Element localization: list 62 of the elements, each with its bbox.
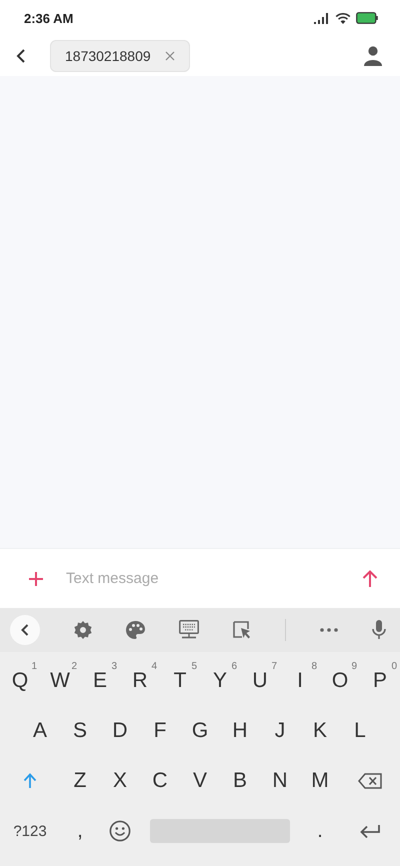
letter-key[interactable]: Z [60, 756, 100, 806]
letter-key[interactable]: H [220, 706, 260, 756]
settings-icon[interactable] [74, 621, 92, 639]
letter-key[interactable]: I 8 [280, 656, 320, 706]
key-hint: 3 [111, 661, 117, 672]
up-arrow-icon [362, 570, 378, 588]
chevron-left-icon [21, 624, 29, 636]
letter-key[interactable]: U 7 [240, 656, 280, 706]
letter-key[interactable]: S [60, 706, 100, 756]
key-hint: 2 [71, 661, 77, 672]
back-icon [16, 49, 26, 63]
battery-icon [356, 12, 378, 24]
microphone-icon[interactable] [372, 620, 386, 640]
letter-key[interactable]: Y 6 [200, 656, 240, 706]
letter-key[interactable]: D [100, 706, 140, 756]
signal-icon [314, 12, 330, 24]
palette-icon[interactable] [126, 621, 145, 639]
key-hint: 4 [151, 661, 157, 672]
letter-key[interactable]: K [300, 706, 340, 756]
more-icon[interactable] [320, 628, 338, 632]
letter-key[interactable]: J [260, 706, 300, 756]
collapse-button[interactable] [10, 615, 40, 645]
letter-key[interactable]: P 0 [360, 656, 400, 706]
letter-key[interactable]: X [100, 756, 140, 806]
letter-key[interactable]: F [140, 706, 180, 756]
message-input-field[interactable]: Text message [64, 569, 356, 588]
recipient-chip[interactable]: 18730218809 [50, 40, 190, 72]
punctuation-key[interactable]: . [300, 806, 340, 856]
key-hint: 0 [391, 661, 397, 672]
letter-key[interactable]: W 2 [40, 656, 80, 706]
key-hint: 5 [191, 661, 197, 672]
key-hint: 9 [351, 661, 357, 672]
key-hint: 8 [311, 661, 317, 672]
letter-key[interactable]: G [180, 706, 220, 756]
letter-key[interactable]: C [140, 756, 180, 806]
punctuation-key[interactable]: , [60, 806, 100, 856]
letter-key[interactable]: L [340, 706, 380, 756]
letter-key[interactable]: V [180, 756, 220, 806]
status-time: 2:36 AM [24, 10, 74, 26]
close-icon[interactable] [164, 51, 175, 61]
return-arrow-icon [359, 824, 381, 838]
letter-key[interactable]: R 4 [120, 656, 160, 706]
letter-key[interactable]: M [300, 756, 340, 806]
letter-key[interactable]: B [220, 756, 260, 806]
letter-key[interactable]: Q 1 [0, 656, 40, 706]
letter-key[interactable]: A [20, 706, 60, 756]
letter-key[interactable]: O 9 [320, 656, 360, 706]
smiley-icon [109, 820, 131, 842]
letter-key[interactable]: E 3 [80, 656, 120, 706]
keyboard-icon[interactable] [179, 620, 199, 640]
plus-icon [28, 570, 44, 586]
person-icon [364, 46, 382, 66]
key-hint: 1 [31, 661, 37, 672]
letter-key[interactable]: N [260, 756, 300, 806]
letter-key[interactable]: T 5 [160, 656, 200, 706]
crop-icon[interactable] [233, 621, 251, 639]
key-hint: 7 [271, 661, 277, 672]
symbols-key[interactable]: ?123 [0, 806, 60, 856]
recipient-number: 18730218809 [65, 48, 151, 64]
backspace-icon [358, 773, 382, 789]
key-hint: 6 [231, 661, 237, 672]
wifi-icon [335, 12, 351, 24]
